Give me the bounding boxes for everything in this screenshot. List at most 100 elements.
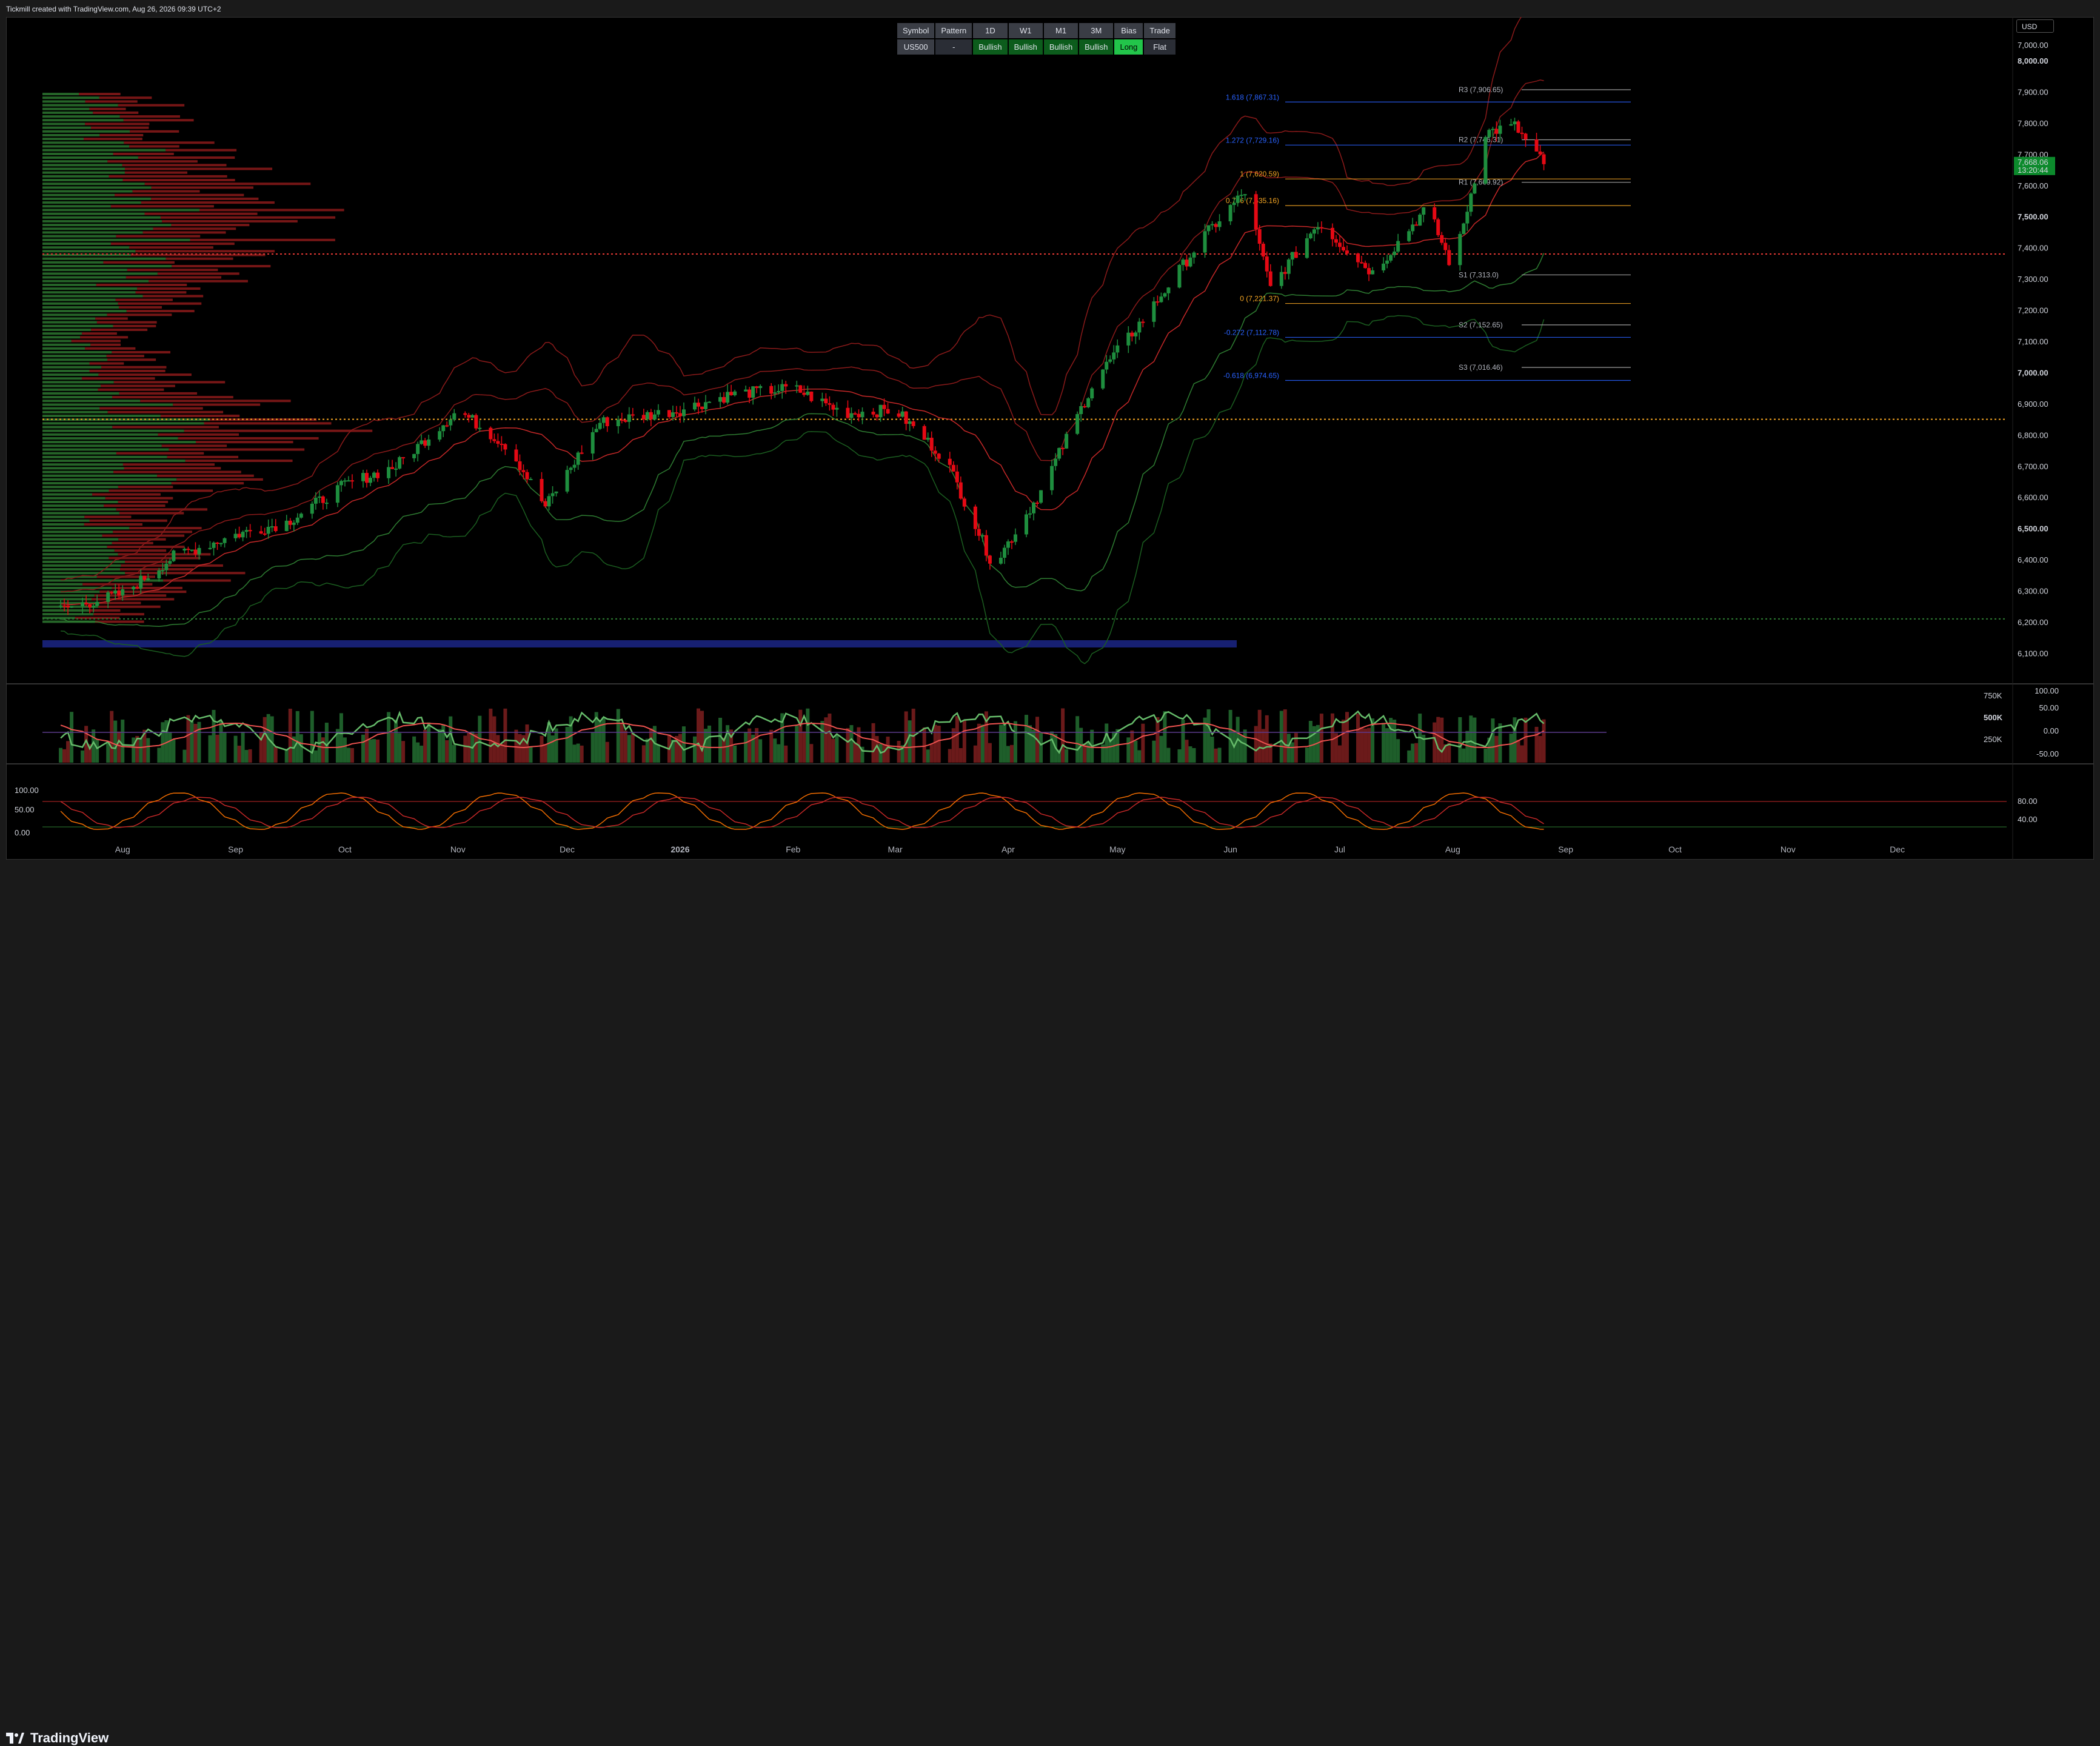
volume-profile-bar-sell bbox=[99, 407, 203, 410]
volume-bar bbox=[1341, 720, 1345, 763]
volume-profile-bar-sell bbox=[138, 156, 235, 159]
volume-profile-bar-sell bbox=[112, 396, 233, 399]
volume-bar bbox=[190, 721, 194, 763]
candle-body bbox=[339, 481, 343, 486]
candle-body bbox=[605, 417, 609, 426]
volume-bar bbox=[678, 734, 682, 763]
candle-body bbox=[973, 506, 977, 529]
candle-body bbox=[630, 414, 635, 416]
candle-body bbox=[182, 549, 187, 551]
volume-profile-bar-sell bbox=[96, 283, 187, 286]
candle-body bbox=[547, 496, 551, 507]
volume-profile-bar-buy bbox=[42, 306, 119, 309]
price-tick-12: 6,800.00 bbox=[2018, 430, 2048, 440]
volume-bar bbox=[798, 709, 803, 763]
volume-profile-bar-sell bbox=[124, 167, 273, 170]
candle-body bbox=[1203, 231, 1207, 253]
tradingview-brand: TradingView bbox=[30, 1730, 109, 1745]
candle-body bbox=[835, 407, 839, 410]
price-axis: 8,000.007,900.007,800.007,700.007,600.00… bbox=[2018, 41, 2048, 658]
volume-tick-1: 500K bbox=[1984, 713, 2003, 722]
candle-body bbox=[908, 421, 912, 424]
time-tick-11: Jul bbox=[1334, 845, 1345, 854]
candle-body bbox=[161, 570, 165, 572]
signal-table-header-row: Symbol Pattern 1D W1 M1 3M Bias Trade bbox=[897, 23, 1175, 38]
volume-profile-bar-buy bbox=[42, 224, 172, 227]
volume-profile-bar-buy bbox=[42, 111, 93, 114]
candle-body bbox=[998, 558, 1003, 564]
volume-profile-bar-buy bbox=[42, 156, 138, 159]
volume-bar bbox=[62, 749, 67, 763]
candle-body bbox=[441, 425, 446, 432]
candle-body bbox=[401, 457, 406, 459]
volume-bar bbox=[1469, 715, 1473, 763]
volume-bar bbox=[1210, 736, 1214, 763]
currency-selector[interactable]: USD bbox=[2016, 19, 2054, 33]
volume-profile-bar-buy bbox=[42, 586, 112, 589]
candle-body bbox=[641, 415, 646, 420]
candle-body bbox=[398, 457, 402, 469]
tradingview-logo[interactable]: TradingView bbox=[6, 1730, 109, 1746]
volume-bar bbox=[390, 732, 395, 763]
volume-profile-bar-sell bbox=[151, 186, 253, 189]
volume-profile-bar-buy bbox=[42, 347, 85, 350]
volume-bar bbox=[871, 723, 875, 763]
price-tick-8: 7,200.00 bbox=[2018, 306, 2048, 315]
volume-bar bbox=[514, 729, 518, 763]
volume-bar bbox=[704, 729, 708, 763]
header-w1: W1 bbox=[1008, 23, 1043, 38]
volume-bar bbox=[1411, 743, 1415, 763]
volume-profile-bar-sell bbox=[137, 287, 201, 290]
volume-bar bbox=[1137, 750, 1142, 763]
price-tick-2: 7,800.00 bbox=[2018, 119, 2048, 128]
candle-body bbox=[645, 412, 649, 420]
candle-body bbox=[157, 570, 161, 579]
volume-profile-bar-buy bbox=[42, 403, 173, 406]
volume-profile-bar-sell bbox=[96, 321, 157, 324]
candle-body bbox=[438, 431, 442, 440]
volume-profile-bar-buy bbox=[42, 400, 141, 403]
candle-body bbox=[937, 453, 941, 459]
volume-bar bbox=[755, 728, 759, 763]
time-tick-4: Dec bbox=[560, 845, 575, 854]
volume-bar bbox=[1513, 717, 1517, 763]
candle-body bbox=[376, 472, 380, 478]
volume-profile-bar-sell bbox=[93, 111, 139, 114]
candle-body bbox=[1542, 154, 1546, 164]
volume-profile-bar-buy bbox=[42, 470, 114, 473]
volume-profile-bar-buy bbox=[42, 212, 145, 215]
candle-body bbox=[1360, 262, 1364, 264]
volume-bar bbox=[1330, 713, 1334, 763]
pivot-label-3: S1 (7,313.0) bbox=[1459, 270, 1499, 279]
volume-osc-tick-1: 50.00 bbox=[2039, 703, 2059, 712]
volume-profile-bar-buy bbox=[42, 175, 109, 178]
candle-body bbox=[1105, 361, 1109, 370]
candle-body bbox=[132, 586, 136, 590]
candle-body bbox=[1050, 466, 1054, 490]
volume-osc-tick-0: 100.00 bbox=[2035, 686, 2059, 695]
volume-bar bbox=[1290, 742, 1294, 763]
volume-bar bbox=[809, 744, 814, 763]
price-chart[interactable]: 1.618 (7,867.31) 1.272 (7,729.16) 1 (7,620… bbox=[6, 17, 2094, 860]
volume-bar bbox=[1367, 728, 1371, 763]
volume-bar bbox=[700, 711, 704, 763]
header-symbol: Symbol bbox=[897, 23, 935, 38]
candle-body bbox=[831, 404, 835, 410]
volume-profile-bar-sell bbox=[123, 119, 194, 122]
candle-body bbox=[984, 535, 988, 556]
volume-bar bbox=[580, 745, 584, 763]
volume-profile-bar-sell bbox=[112, 426, 219, 429]
candle-body bbox=[299, 513, 303, 518]
candle-body bbox=[514, 449, 518, 461]
volume-profile-bar-sell bbox=[90, 126, 149, 129]
volume-profile-bar-sell bbox=[84, 138, 142, 141]
volume-profile-bar-sell bbox=[112, 351, 171, 354]
volume-bar bbox=[157, 748, 161, 763]
candle-body bbox=[809, 391, 814, 401]
volume-bar bbox=[1498, 723, 1502, 763]
time-tick-3: Nov bbox=[450, 845, 466, 854]
volume-profile-bar-sell bbox=[116, 508, 208, 511]
volume-bar bbox=[697, 708, 701, 763]
price-tick-10: 7,000.00 bbox=[2018, 368, 2048, 377]
candle-body bbox=[295, 517, 299, 523]
